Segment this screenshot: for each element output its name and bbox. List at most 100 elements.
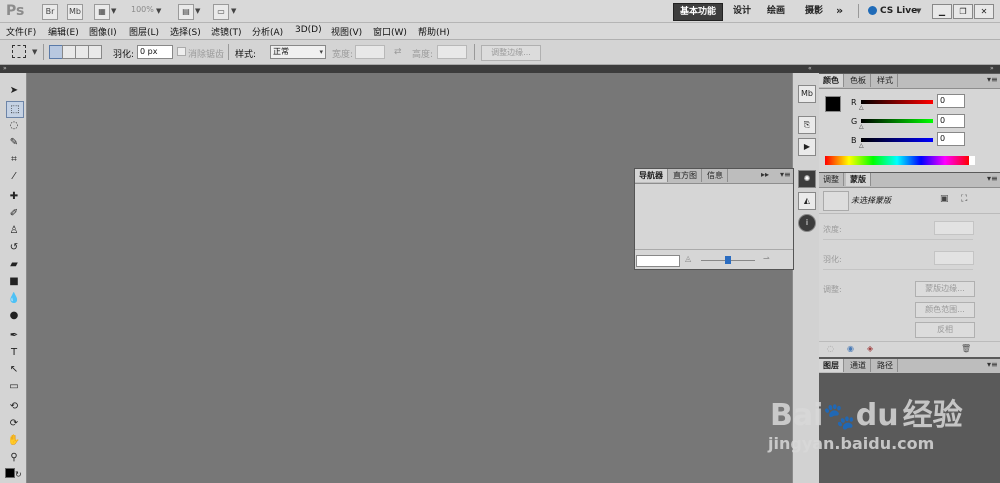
mini-bridge-icon[interactable]: Mb xyxy=(798,85,816,103)
history-icon[interactable]: ⎘ xyxy=(798,116,816,134)
arrange-documents-icon[interactable]: ▤ xyxy=(178,4,194,20)
zoom-in-icon[interactable]: ⇀ xyxy=(763,254,770,263)
tab-histogram[interactable]: 直方图 xyxy=(669,169,702,182)
tab-swatches[interactable]: 色板 xyxy=(846,74,871,87)
add-to-selection-icon[interactable] xyxy=(62,45,76,59)
menu-view[interactable]: 视图(V) xyxy=(331,25,362,38)
panel-menu-icon[interactable]: ▾≡ xyxy=(987,75,998,84)
zoom-value-input[interactable] xyxy=(636,255,680,267)
histogram-icon[interactable]: ◭ xyxy=(798,192,816,210)
tab-channels[interactable]: 通道 xyxy=(846,359,871,372)
height-input[interactable] xyxy=(437,45,467,59)
zoom-tool-icon[interactable]: ⚲ xyxy=(6,450,22,465)
lasso-tool-icon[interactable]: ◌ xyxy=(6,118,22,133)
menu-select[interactable]: 选择(S) xyxy=(170,25,201,38)
red-value-input[interactable]: 0 xyxy=(937,94,965,108)
blue-slider[interactable] xyxy=(861,138,933,142)
zoom-level[interactable]: 100% xyxy=(131,5,154,14)
panel-menu-icon[interactable]: ▾≡ xyxy=(987,360,998,369)
panel-menu-icon[interactable]: ▾≡ xyxy=(780,170,791,179)
tab-paths[interactable]: 路径 xyxy=(873,359,898,372)
delete-mask-icon[interactable]: 🗑 xyxy=(961,344,971,353)
feather-input[interactable]: 0 px xyxy=(137,45,173,59)
load-selection-icon[interactable]: ◌ xyxy=(827,344,834,353)
clone-stamp-tool-icon[interactable]: ♙ xyxy=(6,223,22,238)
type-tool-icon[interactable]: T xyxy=(6,345,22,360)
density-input[interactable] xyxy=(934,221,974,235)
refine-edge-button[interactable]: 调整边缘... xyxy=(481,45,541,61)
workspace-essentials[interactable]: 基本功能 xyxy=(673,3,724,21)
chevron-down-icon[interactable]: ▼ xyxy=(231,7,236,15)
actions-icon[interactable]: ▶ xyxy=(798,138,816,156)
mask-edge-button[interactable]: 蒙版边缘... xyxy=(915,281,975,297)
navigator-icon[interactable]: ✺ xyxy=(798,170,816,188)
menu-image[interactable]: 图像(I) xyxy=(89,25,117,38)
hand-tool-icon[interactable]: ✋ xyxy=(6,433,22,448)
zoom-out-icon[interactable]: ◬ xyxy=(685,254,691,263)
menu-file[interactable]: 文件(F) xyxy=(6,25,36,38)
swap-dimensions-icon[interactable]: ⇄ xyxy=(394,47,402,57)
path-selection-tool-icon[interactable]: ↖ xyxy=(6,362,22,377)
chevron-down-icon[interactable]: ▼ xyxy=(111,7,116,15)
gradient-tool-icon[interactable]: ■ xyxy=(6,274,22,289)
menu-help[interactable]: 帮助(H) xyxy=(418,25,450,38)
color-range-button[interactable]: 颜色范围... xyxy=(915,302,975,318)
crop-tool-icon[interactable]: ⌗ xyxy=(6,152,22,167)
panel-menu-icon[interactable]: ▾≡ xyxy=(987,174,998,183)
pen-tool-icon[interactable]: ✒ xyxy=(6,328,22,343)
toggle-mask-visibility-icon[interactable]: ◉ xyxy=(847,344,854,353)
eraser-tool-icon[interactable]: ▰ xyxy=(6,257,22,272)
move-tool-icon[interactable]: ➤ xyxy=(6,83,22,98)
slider-handle-icon[interactable]: △ xyxy=(859,142,864,149)
tab-info[interactable]: 信息 xyxy=(703,169,728,182)
quick-selection-tool-icon[interactable]: ✎ xyxy=(6,135,22,150)
color-spectrum-bar[interactable] xyxy=(825,156,969,165)
collapse-dock-icon[interactable]: « xyxy=(808,65,812,72)
new-selection-icon[interactable] xyxy=(49,45,63,59)
slider-handle-icon[interactable]: △ xyxy=(859,123,864,130)
info-icon[interactable]: i xyxy=(798,214,816,232)
feather-slider[interactable] xyxy=(823,269,973,270)
menu-3d[interactable]: 3D(D) xyxy=(295,25,322,35)
green-value-input[interactable]: 0 xyxy=(937,114,965,128)
workspace-photography[interactable]: 摄影 xyxy=(799,3,829,19)
foreground-color-swatch[interactable] xyxy=(5,468,15,478)
expand-panels-icon[interactable]: » xyxy=(990,65,994,72)
menu-edit[interactable]: 编辑(E) xyxy=(48,25,79,38)
bridge-button[interactable]: Br xyxy=(42,4,58,20)
blue-value-input[interactable]: 0 xyxy=(937,132,965,146)
3d-orbit-tool-icon[interactable]: ⟳ xyxy=(6,416,22,431)
menu-filter[interactable]: 滤镜(T) xyxy=(211,25,242,38)
feather-input[interactable] xyxy=(934,251,974,265)
collapse-panel-icon[interactable]: ▸▸ xyxy=(761,170,769,179)
chevron-down-icon[interactable]: ▼ xyxy=(916,7,921,15)
subtract-from-selection-icon[interactable] xyxy=(75,45,89,59)
history-brush-tool-icon[interactable]: ↺ xyxy=(6,240,22,255)
spot-healing-brush-tool-icon[interactable]: ✚ xyxy=(6,189,22,204)
restore-button[interactable]: ❐ xyxy=(953,4,973,19)
white-swatch[interactable] xyxy=(969,156,975,165)
mini-bridge-button[interactable]: Mb xyxy=(67,4,83,20)
style-select[interactable]: 正常 ▾ xyxy=(270,45,326,59)
3d-rotate-tool-icon[interactable]: ⟲ xyxy=(6,399,22,414)
intersect-selection-icon[interactable] xyxy=(88,45,102,59)
chevron-down-icon[interactable]: ▼ xyxy=(32,48,37,56)
density-slider[interactable] xyxy=(823,239,973,240)
workspace-painting[interactable]: 绘画 xyxy=(761,3,791,19)
antialias-checkbox[interactable] xyxy=(177,47,186,56)
screen-mode-icon[interactable]: ▭ xyxy=(213,4,229,20)
width-input[interactable] xyxy=(355,45,385,59)
workspace-design[interactable]: 设计 xyxy=(727,3,757,19)
menu-layer[interactable]: 图层(L) xyxy=(129,25,159,38)
swap-colors-icon[interactable]: ↻ xyxy=(15,470,22,479)
menu-analysis[interactable]: 分析(A) xyxy=(252,25,283,38)
chevron-down-icon[interactable]: ▼ xyxy=(156,7,161,15)
tab-styles[interactable]: 样式 xyxy=(873,74,898,87)
red-slider[interactable] xyxy=(861,100,933,104)
eyedropper-tool-icon[interactable]: ⁄ xyxy=(6,169,22,184)
chevron-down-icon[interactable]: ▼ xyxy=(195,7,200,15)
collapse-toolbox-icon[interactable]: » xyxy=(3,65,7,72)
foreground-color-swatch[interactable] xyxy=(825,96,841,112)
slider-handle-icon[interactable]: △ xyxy=(859,104,864,111)
tab-masks[interactable]: 蒙版 xyxy=(846,173,871,186)
